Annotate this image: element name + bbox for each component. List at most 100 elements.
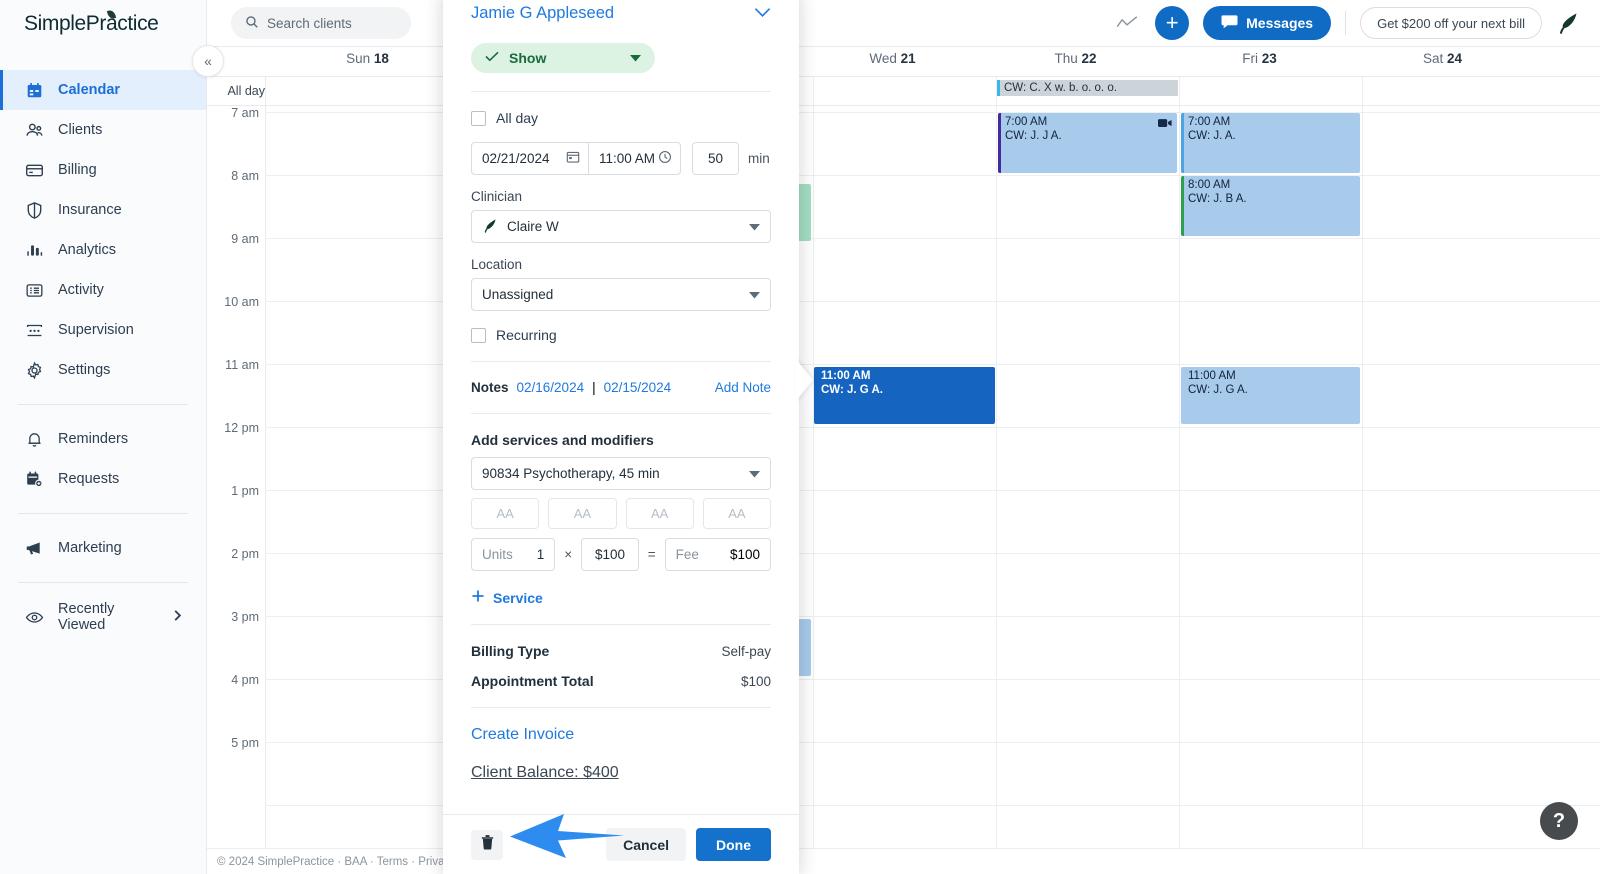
event-time: 7:00 AM xyxy=(1188,116,1231,128)
modifier-input-2[interactable]: AA xyxy=(548,498,617,529)
sidebar-item-recently-viewed[interactable]: Recently Viewed xyxy=(0,597,206,637)
calendar-event-selected[interactable]: 11:00 AM CW: J. G A. xyxy=(814,367,995,424)
trash-icon xyxy=(481,834,494,855)
search-input[interactable]: Search clients xyxy=(231,7,411,39)
grid-vline xyxy=(1362,77,1363,105)
sidebar-item-insurance[interactable]: Insurance xyxy=(0,190,206,230)
all-day-checkbox-row[interactable]: All day xyxy=(471,110,771,126)
time-column-divider xyxy=(265,76,266,866)
event-title: CW: J. B A. xyxy=(1188,192,1247,205)
time-input[interactable]: 11:00 AM xyxy=(589,142,681,175)
add-note-link[interactable]: Add Note xyxy=(715,380,771,395)
attendance-status-label: Show xyxy=(509,50,547,66)
modifier-input-3[interactable]: AA xyxy=(625,498,694,529)
notes-label: Notes xyxy=(471,380,509,395)
multiply-symbol: × xyxy=(564,547,573,562)
all-day-label: All day xyxy=(496,110,539,126)
attendance-status-dropdown[interactable]: Show xyxy=(471,43,655,73)
sidebar-item-settings[interactable]: Settings xyxy=(0,350,206,390)
clock-icon[interactable] xyxy=(658,150,672,167)
sidebar-item-reminders[interactable]: Reminders xyxy=(0,419,206,459)
grid-vline xyxy=(1362,106,1363,866)
rate-input[interactable]: $100 xyxy=(581,538,639,571)
grid-vline xyxy=(813,77,814,105)
sidebar-item-requests[interactable]: Requests xyxy=(0,459,206,499)
clinician-label: Clinician xyxy=(471,189,523,204)
leaf-avatar-icon xyxy=(482,217,499,237)
calendar-grid: Sun 18 Wed 21 Thu 22 Fri 23 Sat 24 All d… xyxy=(207,47,1600,874)
day-header-sun-18[interactable]: Sun 18 xyxy=(265,51,470,66)
messages-button[interactable]: Messages xyxy=(1203,6,1332,40)
service-select[interactable]: 90834 Psychotherapy, 45 min xyxy=(471,457,771,490)
trend-line-icon[interactable] xyxy=(1113,9,1141,37)
sidebar-divider-3 xyxy=(18,582,188,583)
calendar-event[interactable]: 8:00 AM CW: J. B A. xyxy=(1181,176,1360,236)
day-header-wed-21[interactable]: Wed 21 xyxy=(790,51,995,66)
recurring-checkbox-row[interactable]: Recurring xyxy=(471,327,771,343)
sidebar-item-marketing[interactable]: Marketing xyxy=(0,528,206,568)
event-title: CW: J. G A. xyxy=(821,383,883,396)
gear-icon xyxy=(24,360,44,380)
modifier-input-4[interactable]: AA xyxy=(702,498,771,529)
day-header-fri-23[interactable]: Fri 23 xyxy=(1157,51,1362,66)
date-input[interactable]: 02/21/2024 xyxy=(471,142,589,175)
collapse-sidebar-button[interactable]: « xyxy=(192,45,224,77)
sidebar-item-label: Marketing xyxy=(58,540,122,556)
add-service-button[interactable]: Service xyxy=(471,589,771,606)
create-invoice-link[interactable]: Create Invoice xyxy=(471,726,574,743)
sidebar-item-clients[interactable]: Clients xyxy=(0,110,206,150)
megaphone-icon xyxy=(24,538,44,558)
sidebar-item-label: Analytics xyxy=(58,242,117,258)
appointment-total-label: Appointment Total xyxy=(471,673,594,689)
sidebar-item-supervision[interactable]: Supervision xyxy=(0,310,206,350)
sidebar-item-label: Requests xyxy=(58,471,120,487)
chevron-down-icon[interactable] xyxy=(754,5,771,23)
day-dow: Thu xyxy=(1054,51,1078,66)
all-day-event[interactable]: CW: C. X w. b. o. o. o. xyxy=(997,80,1178,96)
note-date-link-2[interactable]: 02/15/2024 xyxy=(604,380,672,395)
cancel-label: Cancel xyxy=(623,836,669,853)
duration-input[interactable]: 50 xyxy=(692,142,739,175)
sidebar-item-calendar[interactable]: Calendar xyxy=(0,70,206,110)
grid-vline xyxy=(996,106,997,866)
cancel-button[interactable]: Cancel xyxy=(606,828,686,861)
billing-type-label: Billing Type xyxy=(471,643,550,659)
messages-label: Messages xyxy=(1246,15,1314,31)
event-title: CW: J. G A. xyxy=(1188,383,1248,396)
day-header-sat-24[interactable]: Sat 24 xyxy=(1340,51,1545,66)
fee-input[interactable]: Fee $100 xyxy=(664,538,772,571)
leaf-avatar-icon[interactable] xyxy=(1556,10,1582,36)
day-header-thu-22[interactable]: Thu 22 xyxy=(973,51,1178,66)
sidebar-item-billing[interactable]: Billing xyxy=(0,150,206,190)
clinician-select[interactable]: Claire W xyxy=(471,210,771,243)
delete-appointment-button[interactable] xyxy=(471,829,503,860)
rate-value: $100 xyxy=(594,547,625,562)
calendar-event[interactable]: 7:00 AM CW: J. A. xyxy=(1181,113,1360,173)
location-select[interactable]: Unassigned xyxy=(471,278,771,311)
caret-down-icon xyxy=(749,219,760,234)
all-day-checkbox[interactable] xyxy=(471,110,486,126)
hour-label: 11 am xyxy=(225,358,259,372)
time-value: 11:00 AM xyxy=(599,151,656,166)
promo-button[interactable]: Get $200 off your next bill xyxy=(1360,7,1542,39)
sidebar-item-analytics[interactable]: Analytics xyxy=(0,230,206,270)
units-input[interactable]: Units 1 xyxy=(471,538,556,571)
brand-logo[interactable]: SimplePractice xyxy=(0,0,206,48)
calendar-event[interactable]: 7:00 AM CW: J. J A. xyxy=(998,113,1177,173)
note-date-link-1[interactable]: 02/16/2024 xyxy=(517,380,585,395)
sidebar-item-activity[interactable]: Activity xyxy=(0,270,206,310)
calendar-event[interactable]: 11:00 AM CW: J. G A. xyxy=(1181,367,1360,424)
client-name-link[interactable]: Jamie G Appleseed xyxy=(471,4,614,23)
modal-header: Jamie G Appleseed xyxy=(471,0,771,23)
modal-divider-2 xyxy=(471,361,771,362)
help-button[interactable]: ? xyxy=(1540,802,1578,840)
client-balance-link[interactable]: Client Balance: $400 xyxy=(471,764,619,781)
recurring-checkbox[interactable] xyxy=(471,327,486,343)
calendar-picker-icon[interactable] xyxy=(566,150,580,167)
plus-icon xyxy=(471,589,485,606)
done-button[interactable]: Done xyxy=(696,828,771,861)
done-label: Done xyxy=(716,836,751,853)
search-placeholder: Search clients xyxy=(267,15,352,31)
modifier-input-1[interactable]: AA xyxy=(471,498,540,529)
add-button[interactable]: + xyxy=(1155,6,1190,40)
